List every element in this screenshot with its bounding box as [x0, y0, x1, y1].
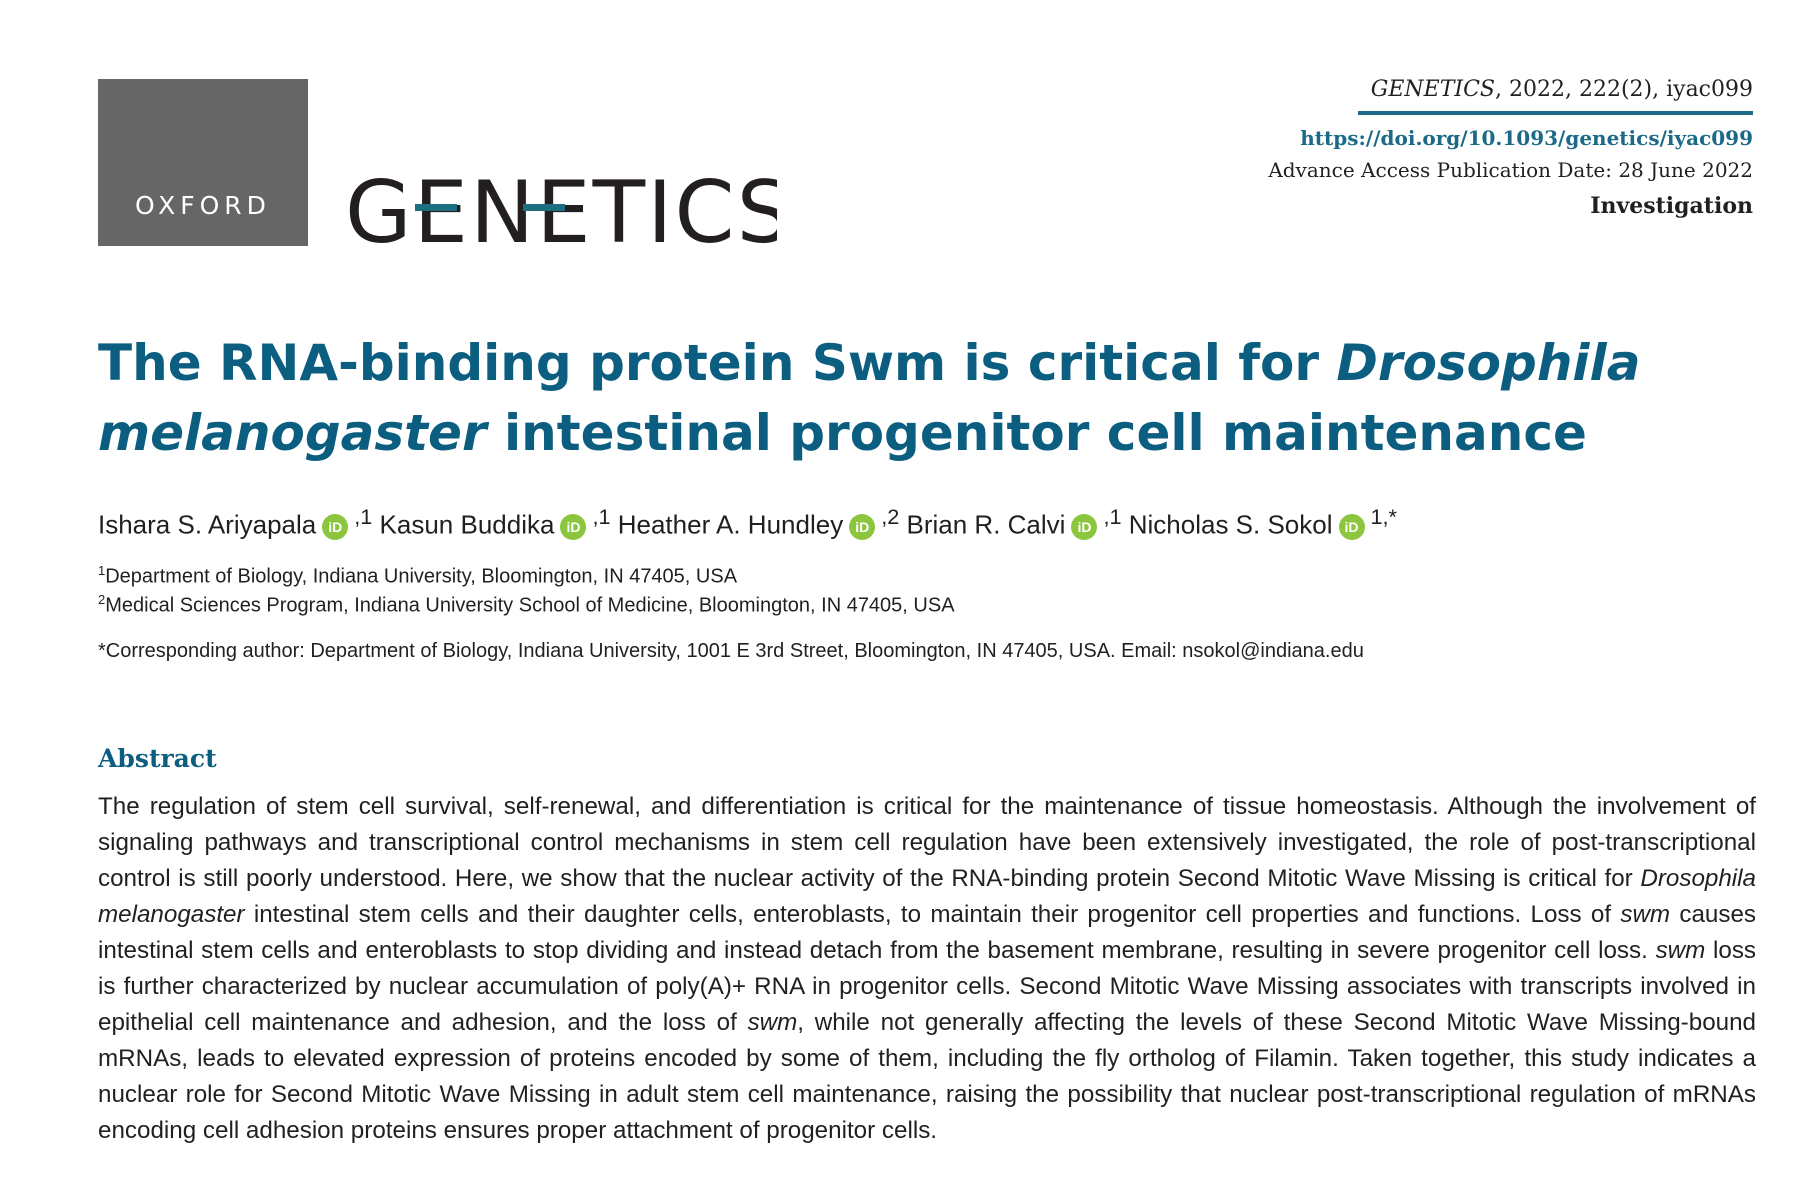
oxford-logo: OXFORD — [98, 79, 308, 246]
corresponding-author: *Corresponding author: Department of Bio… — [98, 640, 1364, 662]
oxford-logo-text: OXFORD — [135, 191, 271, 220]
title-italic: melanogaster — [98, 404, 487, 462]
publication-date: Advance Access Publication Date: 28 June… — [1268, 158, 1753, 182]
orcid-icon[interactable]: iD — [560, 513, 587, 540]
author-affiliation: ,1 — [592, 504, 611, 529]
author-name[interactable]: Nicholas S. Sokol — [1129, 510, 1333, 540]
article-title: The RNA-binding protein Swm is critical … — [98, 328, 1758, 468]
article-type: Investigation — [1590, 193, 1753, 219]
abstract-italic: swm — [1655, 937, 1706, 964]
abstract-span: The regulation of stem cell survival, se… — [98, 793, 1756, 892]
title-italic: Drosophila — [1336, 334, 1641, 392]
author-affiliation: ,2 — [881, 504, 900, 529]
author-name[interactable]: Kasun Buddika — [380, 510, 555, 540]
author-affiliation: ,1 — [354, 504, 373, 529]
abstract-heading: Abstract — [98, 744, 217, 773]
author-list: Ishara S. Ariyapala iD ,1 Kasun Buddika iD,… — [98, 504, 1397, 541]
author-name[interactable]: Heather A. Hundley — [618, 510, 843, 540]
abstract-italic: swm — [1620, 901, 1671, 928]
author-name[interactable]: Brian R. Calvi — [907, 510, 1066, 540]
affiliation-text: Medical Sciences Program, Indiana Univer… — [105, 594, 955, 617]
genetics-logo-accent — [415, 204, 457, 211]
citation-details: , 2022, 222(2), iyac099 — [1495, 77, 1753, 102]
journal-name: GENETICS — [1370, 77, 1495, 102]
orcid-icon[interactable]: iD — [849, 513, 876, 540]
orcid-icon[interactable]: iD — [1338, 513, 1365, 540]
orcid-icon[interactable]: iD — [1071, 513, 1098, 540]
title-text: The RNA-binding protein Swm is critical … — [98, 334, 1337, 392]
author-affiliation: ,1 — [1103, 504, 1122, 529]
genetics-logo-accent — [523, 204, 565, 211]
orcid-icon[interactable]: iD — [322, 513, 349, 540]
abstract-italic: swm — [747, 1009, 798, 1036]
affiliation: 1Department of Biology, Indiana Universi… — [98, 563, 737, 589]
doi-link[interactable]: https://doi.org/10.1093/genetics/iyac099 — [1300, 126, 1753, 150]
title-text: intestinal progenitor cell maintenance — [486, 404, 1587, 462]
citation: GENETICS, 2022, 222(2), iyac099 — [1371, 72, 1753, 108]
abstract-text: The regulation of stem cell survival, se… — [98, 789, 1756, 1149]
genetics-logo: GENETICS — [345, 170, 777, 252]
affiliation: 2Medical Sciences Program, Indiana Unive… — [98, 592, 955, 618]
affiliation-text: Department of Biology, Indiana Universit… — [105, 565, 738, 588]
author-name[interactable]: Ishara S. Ariyapala — [98, 510, 316, 540]
abstract-span: intestinal stem cells and their daughter… — [244, 901, 1621, 928]
header-rule — [1358, 111, 1753, 115]
author-affiliation: 1,* — [1370, 504, 1398, 529]
